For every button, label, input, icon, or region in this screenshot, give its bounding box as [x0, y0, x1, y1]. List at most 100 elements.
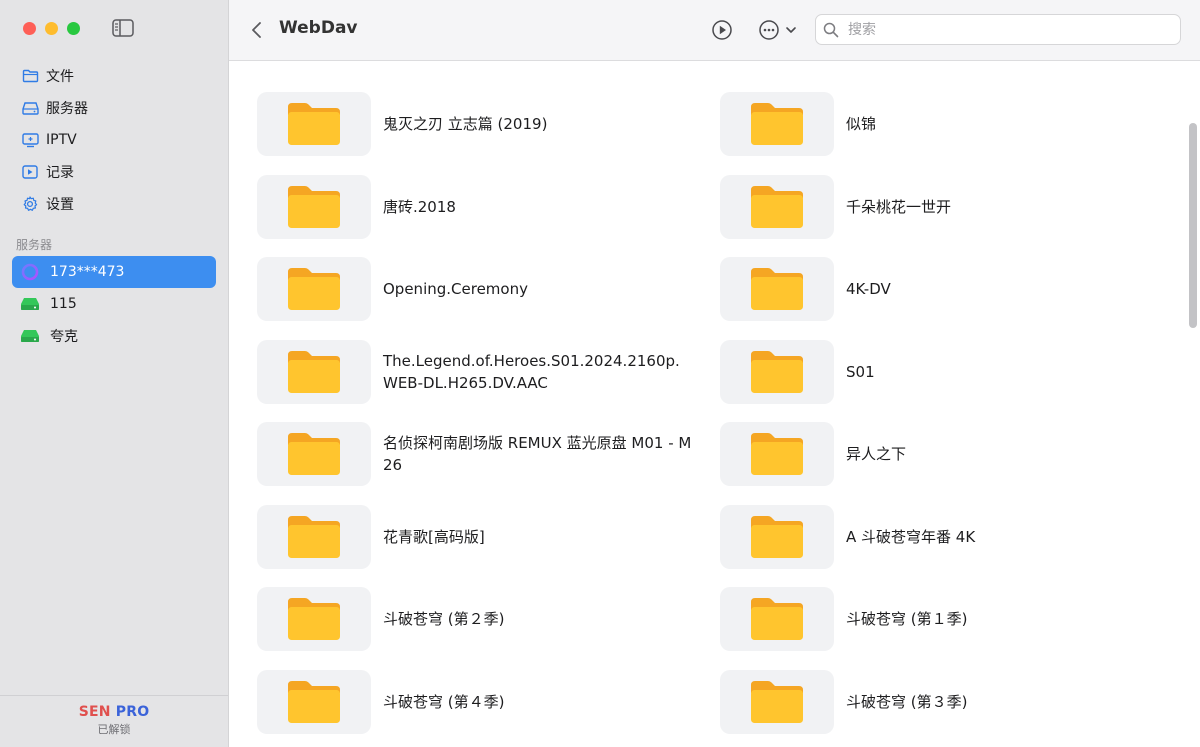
close-window-button[interactable]	[23, 22, 36, 35]
zoom-window-button[interactable]	[67, 22, 80, 35]
server-item-quark[interactable]: 夸克	[12, 320, 216, 352]
sidebar: 文件 服务器 IPTV 记录 设置 服务器 173***473 115 夸克 S…	[0, 0, 229, 747]
folder-name: S01	[846, 362, 875, 381]
folder-item[interactable]: The.Legend.of.Heroes.S01.2024.2160p.WEB-…	[257, 339, 720, 404]
search-input[interactable]	[846, 20, 1150, 39]
back-button[interactable]	[249, 20, 265, 40]
app-window: 文件 服务器 IPTV 记录 设置 服务器 173***473 115 夸克 S…	[0, 0, 1200, 747]
folder-icon	[751, 350, 803, 393]
page-title: WebDav	[279, 18, 358, 38]
folder-icon	[751, 268, 803, 310]
folder-grid: 鬼灭之刃 立志篇 (2019) 似锦唐砖.2018 千朵桃花一世开 Opening.C…	[257, 92, 1183, 734]
folder-icon	[288, 268, 340, 310]
drive-icon	[20, 294, 40, 314]
folder-name: 千朵桃花一世开	[846, 197, 952, 216]
folder-thumbnail[interactable]	[720, 257, 834, 321]
folder-item[interactable]: 名侦探柯南剧场版 REMUX 蓝光原盘 M01 - M26	[257, 422, 720, 486]
sidebar-toggle-icon[interactable]	[112, 19, 134, 37]
sidebar-item-settings[interactable]: 设置	[12, 188, 216, 220]
main-panel: WebDav 鬼灭之刃 立志篇 (2019) 似锦唐砖.2018 千朵桃花一世开 Op…	[229, 0, 1200, 747]
search-icon	[823, 22, 839, 38]
folder-item[interactable]: 斗破苍穹 (第１季)	[720, 587, 1183, 651]
folder-item[interactable]: 4K-DV	[720, 257, 1183, 321]
server-item-label: 夸克	[50, 329, 78, 345]
folder-name: 斗破苍穹 (第３季)	[846, 692, 968, 711]
server-item-115[interactable]: 115	[12, 288, 216, 320]
play-square-icon	[21, 163, 39, 181]
folder-name: 花青歌[高码版]	[383, 527, 485, 546]
scrollbar-thumb[interactable]	[1189, 123, 1197, 328]
folder-thumbnail[interactable]	[257, 422, 371, 486]
folder-item[interactable]: 斗破苍穹 (第４季)	[257, 669, 720, 734]
folder-item[interactable]: 唐砖.2018	[257, 174, 720, 239]
folder-icon	[288, 185, 340, 228]
drive-icon	[20, 326, 40, 346]
folder-thumbnail[interactable]	[257, 504, 371, 569]
folder-thumbnail[interactable]	[257, 339, 371, 404]
folder-thumbnail[interactable]	[257, 669, 371, 734]
ellipsis-icon	[759, 20, 779, 40]
folder-icon	[288, 350, 340, 393]
search-box[interactable]	[815, 14, 1181, 45]
folder-item[interactable]: Opening.Ceremony	[257, 257, 720, 321]
sidebar-nav: 文件 服务器 IPTV 记录 设置	[12, 60, 216, 220]
sidebar-item-history[interactable]: 记录	[12, 156, 216, 188]
folder-thumbnail[interactable]	[720, 422, 834, 486]
servers-section-title: 服务器	[16, 238, 53, 252]
folder-item[interactable]: 异人之下	[720, 422, 1183, 486]
server-icon	[21, 99, 39, 117]
server-item-webdav[interactable]: 173***473	[12, 256, 216, 288]
sidebar-item-files[interactable]: 文件	[12, 60, 216, 92]
folder-item[interactable]: S01	[720, 339, 1183, 404]
minimize-window-button[interactable]	[45, 22, 58, 35]
folder-icon	[288, 103, 340, 145]
server-item-label: 115	[50, 296, 77, 312]
folder-thumbnail[interactable]	[720, 587, 834, 651]
folder-name: 似锦	[846, 115, 877, 133]
folder-icon	[751, 515, 803, 558]
folder-icon	[751, 103, 803, 145]
sidebar-item-label: 设置	[46, 197, 74, 213]
folder-icon	[751, 185, 803, 228]
folder-icon	[751, 680, 803, 723]
folder-browser: 鬼灭之刃 立志篇 (2019) 似锦唐砖.2018 千朵桃花一世开 Opening.C…	[229, 61, 1200, 747]
folder-name: The.Legend.of.Heroes.S01.2024.2160p.WEB-…	[383, 351, 680, 392]
tv-icon	[21, 131, 39, 149]
folder-item[interactable]: A 斗破苍穹年番 4K	[720, 504, 1183, 569]
folder-item[interactable]: 斗破苍穹 (第３季)	[720, 669, 1183, 734]
folder-icon	[21, 67, 39, 85]
sidebar-item-label: IPTV	[46, 132, 77, 148]
more-options-button[interactable]	[758, 19, 800, 41]
folder-name: 名侦探柯南剧场版 REMUX 蓝光原盘 M01 - M26	[383, 434, 692, 474]
folder-thumbnail[interactable]	[720, 669, 834, 734]
folder-thumbnail[interactable]	[257, 587, 371, 651]
sidebar-item-iptv[interactable]: IPTV	[12, 124, 216, 156]
folder-thumbnail[interactable]	[720, 504, 834, 569]
folder-thumbnail[interactable]	[257, 174, 371, 239]
toolbar: WebDav	[229, 0, 1200, 61]
sidebar-footer: SEN PRO 已解锁	[0, 695, 228, 747]
sidebar-item-servers[interactable]: 服务器	[12, 92, 216, 124]
folder-thumbnail[interactable]	[720, 92, 834, 156]
license-status: 已解锁	[97, 723, 131, 736]
folder-item[interactable]: 鬼灭之刃 立志篇 (2019)	[257, 92, 720, 156]
folder-name: 异人之下	[846, 445, 907, 463]
folder-item[interactable]: 花青歌[高码版]	[257, 504, 720, 569]
folder-item[interactable]: 斗破苍穹 (第２季)	[257, 587, 720, 651]
folder-icon	[288, 515, 340, 558]
chevron-down-icon	[786, 27, 796, 33]
folder-name: 鬼灭之刃 立志篇 (2019)	[383, 115, 548, 133]
play-button[interactable]	[711, 19, 733, 41]
folder-thumbnail[interactable]	[257, 257, 371, 321]
folder-icon	[288, 680, 340, 723]
folder-item[interactable]: 似锦	[720, 92, 1183, 156]
folder-name: Opening.Ceremony	[383, 280, 528, 298]
folder-thumbnail[interactable]	[257, 92, 371, 156]
folder-item[interactable]: 千朵桃花一世开	[720, 174, 1183, 239]
folder-thumbnail[interactable]	[720, 174, 834, 239]
folder-icon	[751, 598, 803, 640]
folder-name: 斗破苍穹 (第４季)	[383, 692, 505, 711]
webdav-ring-icon	[20, 262, 40, 282]
folder-name: 4K-DV	[846, 280, 891, 298]
folder-thumbnail[interactable]	[720, 339, 834, 404]
